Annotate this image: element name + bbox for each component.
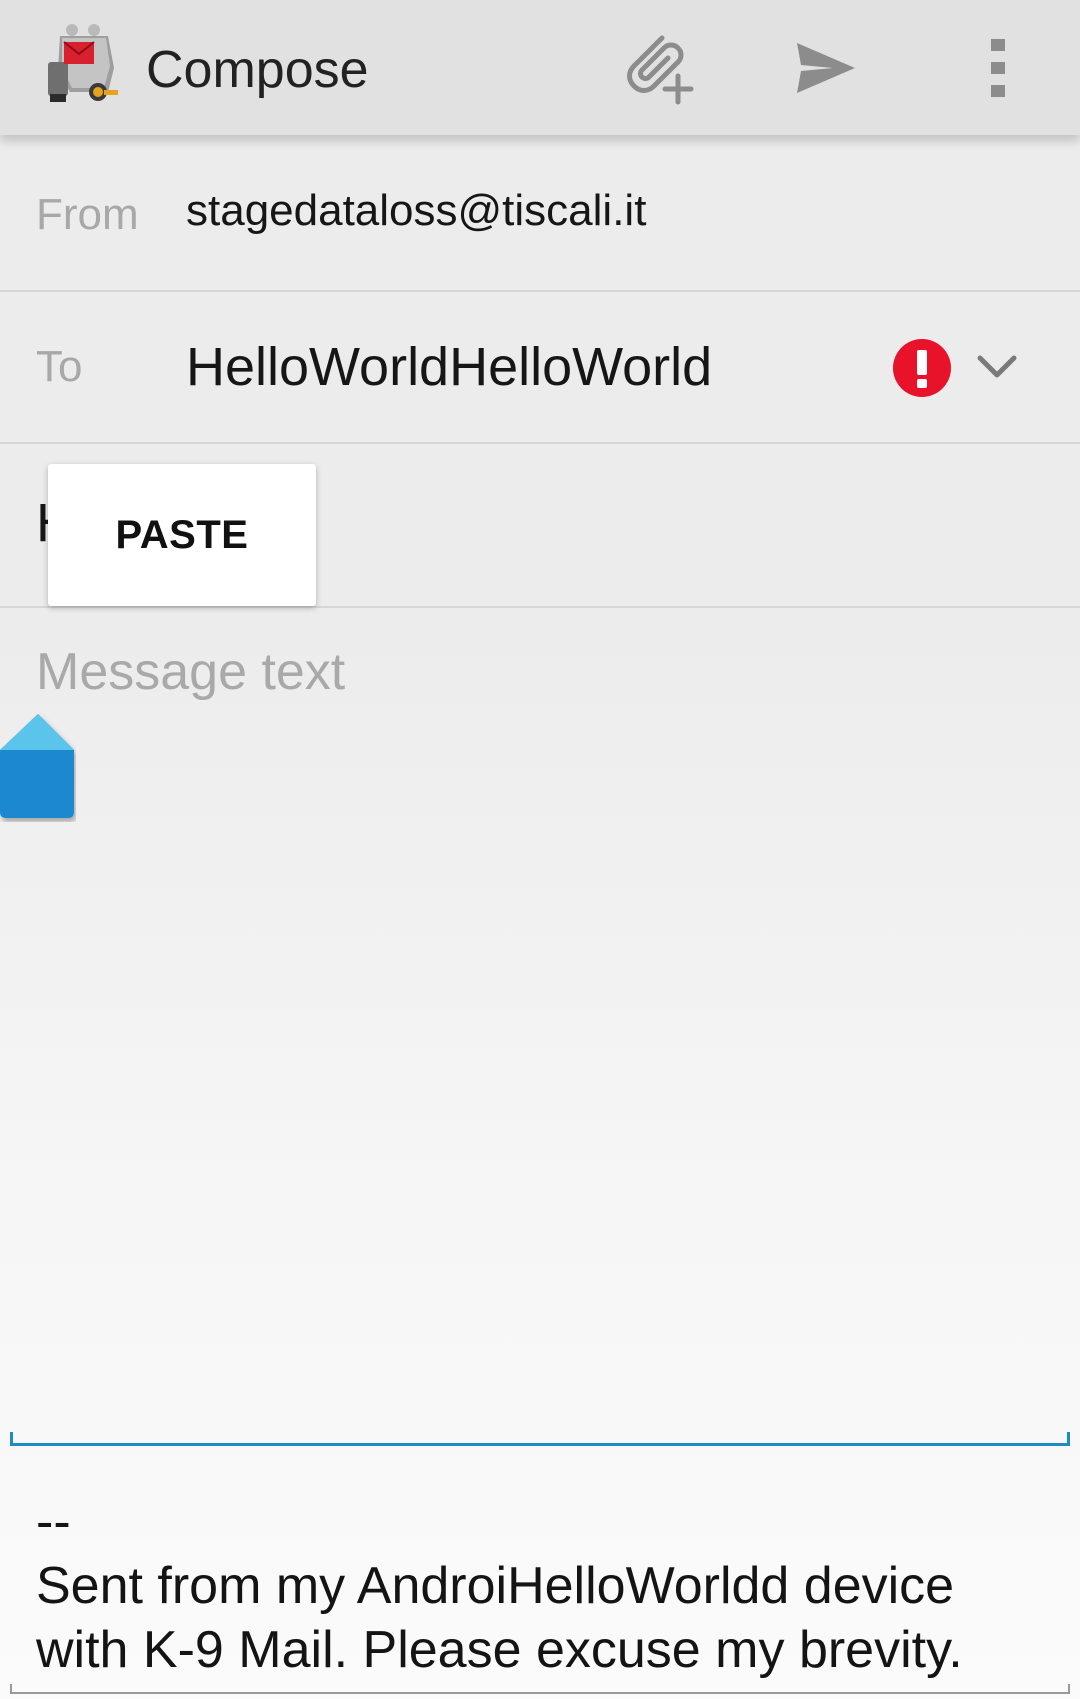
page-title: Compose bbox=[146, 41, 369, 99]
compose-screen: Compose From stagedataloss@tiscali.it To… bbox=[0, 0, 1080, 1699]
text-selection-handle[interactable] bbox=[0, 712, 76, 822]
signature-line-1: Sent from my AndroiHelloWorldd device bbox=[36, 1557, 955, 1615]
error-icon bbox=[893, 339, 951, 397]
from-account-value[interactable]: stagedataloss@tiscali.it bbox=[186, 186, 646, 236]
paste-label: PASTE bbox=[115, 512, 249, 557]
message-field-underline bbox=[10, 1432, 1070, 1446]
signature-field[interactable]: -- Sent from my AndroiHelloWorldd device… bbox=[36, 1490, 1046, 1682]
from-row[interactable]: From stagedataloss@tiscali.it bbox=[0, 145, 1080, 292]
chevron-down-icon[interactable] bbox=[972, 342, 1022, 392]
action-bar: Compose bbox=[0, 0, 1080, 135]
overflow-menu-button[interactable] bbox=[950, 20, 1046, 116]
from-label: From bbox=[36, 190, 139, 239]
signature-separator: -- bbox=[36, 1493, 71, 1551]
signature-field-underline bbox=[10, 1684, 1070, 1694]
attach-file-plus-icon bbox=[627, 35, 694, 105]
more-vert-icon bbox=[991, 39, 1005, 97]
send-icon bbox=[797, 43, 855, 93]
to-label: To bbox=[36, 342, 83, 391]
to-row: To HelloWorldHelloWorld bbox=[0, 292, 1080, 444]
paste-button[interactable]: PASTE bbox=[48, 464, 316, 606]
signature-line-2: with K-9 Mail. Please excuse my brevity. bbox=[36, 1621, 963, 1679]
k9-mail-dog-icon[interactable] bbox=[42, 22, 128, 108]
to-recipient-field[interactable]: HelloWorldHelloWorld bbox=[186, 336, 712, 398]
message-placeholder: Message text bbox=[36, 643, 346, 701]
attach-button[interactable] bbox=[610, 20, 706, 116]
message-text-field[interactable]: Message text bbox=[0, 608, 1080, 1448]
send-button[interactable] bbox=[778, 20, 874, 116]
